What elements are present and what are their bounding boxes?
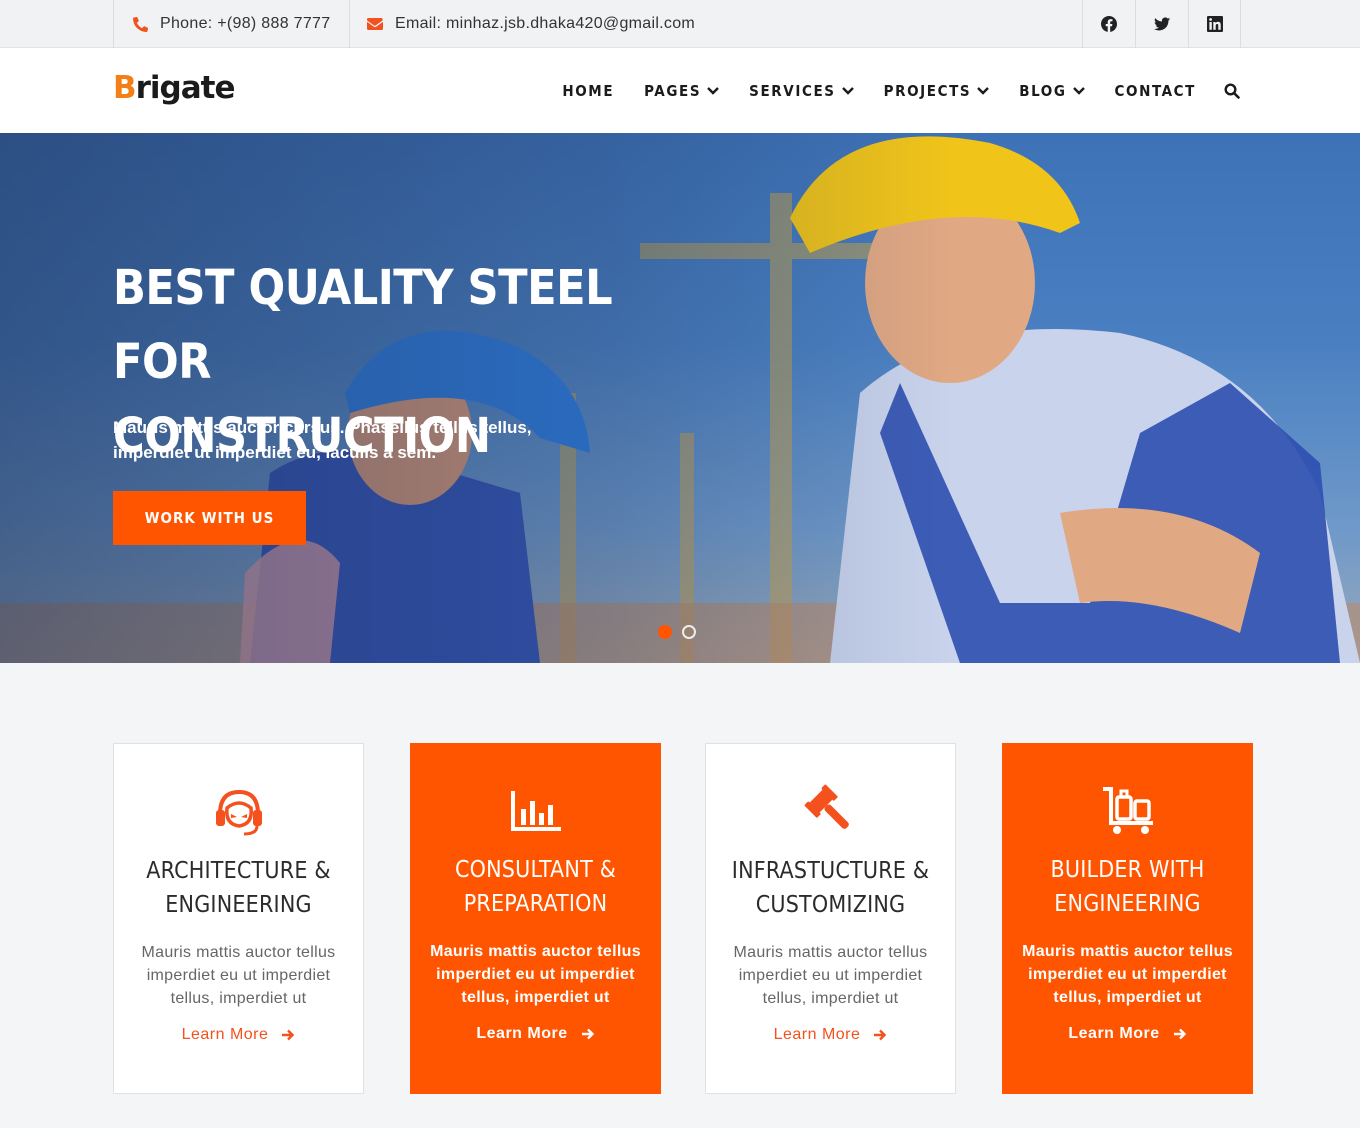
chevron-down-icon — [707, 86, 720, 95]
luggage-cart-icon — [1102, 787, 1153, 834]
service-title: CONSULTANT & PREPARATION — [420, 853, 651, 921]
service-description: Mauris mattis auctor tellus imperdiet eu… — [1022, 943, 1233, 1006]
title-line: ENGINEERING — [1054, 891, 1201, 917]
nav-label: HOME — [562, 81, 615, 100]
service-card-consultant: CONSULTANT & PREPARATION Mauris mattis au… — [410, 743, 661, 1094]
title-line: BUILDER WITH — [1050, 857, 1205, 883]
bar-chart-icon — [510, 791, 561, 831]
service-card-architecture: ARCHITECTURE & ENGINEERING Mauris mattis … — [113, 743, 364, 1094]
email-contact[interactable]: Email: minhaz.jsb.dhaka420@gmail.com — [350, 0, 695, 48]
slider-dot-2[interactable] — [682, 625, 696, 639]
hero-subtitle: Mauris mattis auctor cursus. Phasellus t… — [113, 418, 532, 462]
link-label: Learn More — [1068, 1025, 1160, 1042]
learn-more-link[interactable]: Learn More — [114, 1026, 363, 1044]
hero-slider: BEST QUALITY STEEL FOR CONSTRUCTION Maur… — [0, 133, 1360, 663]
learn-more-link[interactable]: Learn More — [1002, 1025, 1253, 1043]
service-description: Mauris mattis auctor tellus imperdiet eu… — [430, 943, 641, 1006]
phone-icon — [132, 16, 148, 32]
nav-item-projects[interactable]: PROJECTS — [884, 82, 990, 100]
nav-menu: HOME PAGES SERVICES PROJECTS BLOG CONTAC… — [532, 48, 1240, 133]
link-label: Learn More — [476, 1025, 568, 1042]
nav-item-blog[interactable]: BLOG — [1019, 81, 1085, 100]
service-title: INFRASTUCTURE & CUSTOMIZING — [716, 854, 945, 922]
linkedin-icon — [1206, 16, 1223, 32]
service-description: Mauris mattis auctor tellus imperdiet eu… — [141, 944, 336, 1007]
linkedin-link[interactable] — [1188, 0, 1241, 48]
service-description: Mauris mattis auctor tellus imperdiet eu… — [733, 944, 928, 1007]
title-line: PREPARATION — [463, 891, 608, 917]
nav-item-home[interactable]: HOME — [562, 82, 614, 100]
link-label: Learn More — [181, 1026, 269, 1043]
arrow-right-icon — [282, 1029, 295, 1041]
service-title: ARCHITECTURE & ENGINEERING — [124, 854, 353, 922]
chevron-down-icon — [1072, 86, 1085, 95]
title-line: INFRASTUCTURE & — [731, 858, 930, 884]
top-bar: Phone: +(98) 888 7777 Email: minhaz.jsb.… — [0, 0, 1360, 48]
twitter-icon — [1154, 17, 1170, 31]
work-with-us-button[interactable]: WORK WITH US — [113, 491, 306, 545]
nav-item-services[interactable]: SERVICES — [749, 81, 854, 100]
nav-label: PAGES — [644, 81, 702, 100]
arrow-right-icon — [581, 1028, 594, 1040]
arrow-right-icon — [874, 1029, 887, 1041]
chevron-down-icon — [841, 86, 854, 95]
title-line: ARCHITECTURE & — [146, 858, 331, 884]
service-card-builder: BUILDER WITH ENGINEERING Mauris mattis au… — [1002, 743, 1253, 1094]
arrow-right-icon — [1173, 1028, 1186, 1040]
link-label: Learn More — [773, 1026, 861, 1043]
logo-letter: B — [113, 70, 137, 106]
envelope-icon — [367, 18, 383, 30]
nav-item-pages[interactable]: PAGES — [644, 81, 720, 100]
title-line: CUSTOMIZING — [755, 892, 906, 918]
title-line: ENGINEERING — [165, 892, 312, 918]
social-links — [1082, 0, 1241, 48]
main-navbar: Brigate HOME PAGES SERVICES PROJECTS BLO… — [0, 48, 1360, 133]
facebook-link[interactable] — [1082, 0, 1135, 48]
slider-dot-1[interactable] — [658, 625, 672, 639]
slider-pagination — [658, 625, 706, 639]
gavel-icon — [804, 784, 849, 829]
nav-label: CONTACT — [1114, 81, 1196, 100]
title-line: CONSULTANT & — [454, 857, 617, 883]
nav-item-contact[interactable]: CONTACT — [1115, 82, 1196, 100]
headset-icon — [215, 789, 262, 836]
phone-contact[interactable]: Phone: +(98) 888 7777 — [113, 0, 350, 48]
nav-label: SERVICES — [749, 81, 836, 100]
chevron-down-icon — [977, 86, 990, 95]
twitter-link[interactable] — [1135, 0, 1188, 48]
logo-text: rigate — [135, 70, 236, 106]
service-title: BUILDER WITH ENGINEERING — [1012, 853, 1243, 921]
nav-label: BLOG — [1019, 81, 1067, 100]
brand-logo[interactable]: Brigate — [113, 70, 236, 106]
nav-label: PROJECTS — [883, 81, 972, 100]
hero-title-line1: BEST QUALITY STEEL FOR — [113, 260, 613, 390]
facebook-icon — [1101, 16, 1117, 32]
email-text: Email: minhaz.jsb.dhaka420@gmail.com — [395, 15, 696, 32]
phone-text: Phone: +(98) 888 7777 — [160, 15, 331, 32]
service-card-infrastructure: INFRASTUCTURE & CUSTOMIZING Mauris mattis… — [705, 743, 956, 1094]
learn-more-link[interactable]: Learn More — [410, 1025, 661, 1043]
learn-more-link[interactable]: Learn More — [706, 1026, 955, 1044]
search-icon[interactable] — [1224, 82, 1240, 99]
